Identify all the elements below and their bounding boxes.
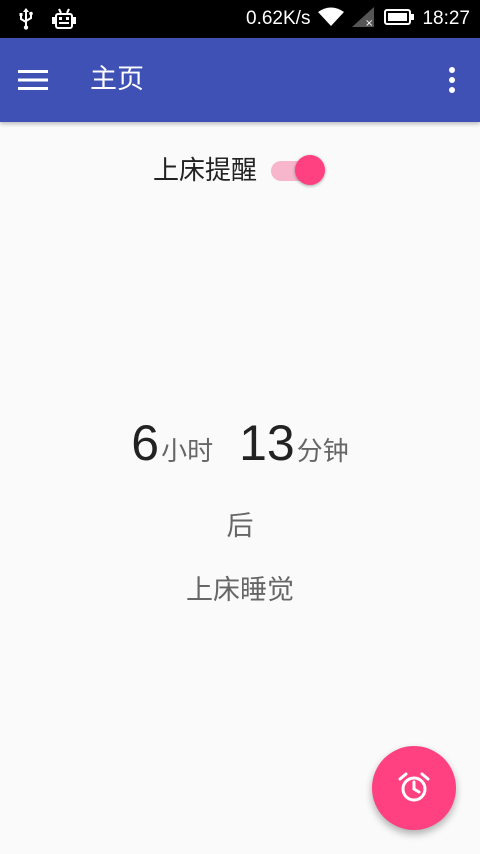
countdown-action-text: 上床睡觉 (186, 575, 294, 606)
menu-button[interactable] (18, 60, 66, 100)
page-title: 主页 (90, 64, 144, 95)
reminder-label: 上床提醒 (152, 155, 257, 186)
network-speed: 0.62K/s (246, 8, 311, 29)
countdown-minutes: 13 (239, 415, 295, 471)
countdown-minutes-unit: 分钟 (296, 437, 349, 467)
android-debug-icon (52, 8, 76, 34)
battery-icon (384, 8, 415, 30)
countdown-hours-unit: 小时 (161, 437, 214, 467)
app-bar: 主页 (0, 38, 480, 122)
countdown: 6 小时 13 分钟 (0, 414, 480, 472)
countdown-hours: 6 (131, 415, 160, 471)
hamburger-menu-icon (18, 70, 48, 90)
status-bar: 0.62K/s × 18:27 (0, 0, 480, 38)
reminder-row: 上床提醒 (0, 148, 480, 188)
usb-icon (18, 8, 34, 34)
alarm-fab-button[interactable] (372, 746, 456, 830)
alarm-clock-icon (398, 772, 430, 802)
overflow-menu-button[interactable] (442, 60, 462, 100)
wifi-icon (318, 7, 345, 31)
status-time: 18:27 (422, 8, 470, 29)
status-bar-left (18, 8, 76, 34)
more-vert-icon (449, 67, 455, 93)
reminder-toggle[interactable] (269, 150, 327, 186)
main-content: 上床提醒 6 小时 13 分钟 后 上床睡觉 (0, 122, 480, 854)
countdown-after-text: 后 (226, 511, 254, 542)
toggle-thumb (295, 155, 325, 185)
signal-icon: × (352, 7, 376, 31)
svg-text:×: × (365, 18, 373, 27)
status-bar-right: 0.62K/s × 18:27 (246, 0, 470, 38)
